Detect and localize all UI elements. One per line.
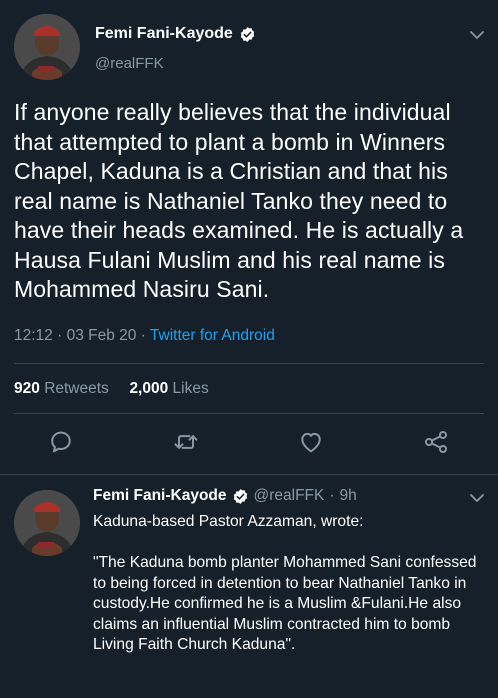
tweet-age[interactable]: 9h [340, 487, 357, 505]
likes-count: 2,000 [129, 380, 169, 397]
retweets-stat[interactable]: 920 Retweets [14, 380, 109, 397]
reply-text: Kaduna-based Pastor Azzaman, wrote: "The… [93, 512, 485, 656]
verified-badge-icon [233, 488, 247, 504]
avatar[interactable] [14, 14, 80, 80]
tweet-actions [0, 428, 498, 462]
tweet-meta: 12:12 · 03 Feb 20 · Twitter for Android [14, 327, 275, 345]
like-button[interactable] [297, 428, 325, 456]
likes-stat[interactable]: 2,000 Likes [129, 380, 208, 397]
reply-intro: Kaduna-based Pastor Azzaman, wrote: [93, 513, 364, 530]
meta-separator: · [329, 487, 335, 504]
chevron-down-icon[interactable] [469, 27, 485, 43]
retweets-count: 920 [14, 380, 40, 397]
likes-label: Likes [172, 380, 209, 397]
divider [14, 363, 484, 364]
retweet-button[interactable] [172, 428, 200, 456]
tweet-source-link[interactable]: Twitter for Android [150, 327, 275, 344]
divider [14, 413, 484, 414]
author-handle[interactable]: @realFFK [95, 55, 164, 72]
tweet-time: 12:12 [14, 327, 53, 344]
verified-badge-icon [240, 26, 255, 42]
tweet-stats: 920 Retweets 2,000 Likes [14, 380, 209, 398]
tweet-separator [0, 474, 498, 475]
meta-separator: · [140, 327, 146, 344]
author-handle[interactable]: @realFFK [254, 487, 325, 505]
meta-separator: · [57, 327, 63, 344]
tweet-page: Femi Fani-Kayode @realFFK If anyone real… [0, 0, 498, 698]
retweet-icon [174, 435, 198, 449]
chevron-down-icon[interactable] [469, 490, 485, 506]
retweets-label: Retweets [44, 380, 109, 397]
reply-quote: "The Kaduna bomb planter Mohammed Sani c… [93, 554, 477, 653]
share-icon [424, 430, 448, 454]
author-name[interactable]: Femi Fani-Kayode [93, 487, 227, 505]
tweet-text: If anyone really believes that the indiv… [14, 99, 464, 302]
reply-header: Femi Fani-Kayode @realFFK · 9h [93, 487, 357, 505]
reply-button[interactable] [47, 428, 75, 456]
tweet-date: 03 Feb 20 [66, 327, 137, 344]
like-icon [301, 432, 321, 453]
avatar[interactable] [14, 490, 80, 556]
share-button[interactable] [422, 428, 450, 456]
main-tweet: Femi Fani-Kayode @realFFK If anyone real… [0, 0, 498, 475]
author-name-text[interactable]: Femi Fani-Kayode [95, 25, 233, 43]
reply-icon [51, 431, 71, 453]
author-name[interactable]: Femi Fani-Kayode [95, 25, 256, 43]
